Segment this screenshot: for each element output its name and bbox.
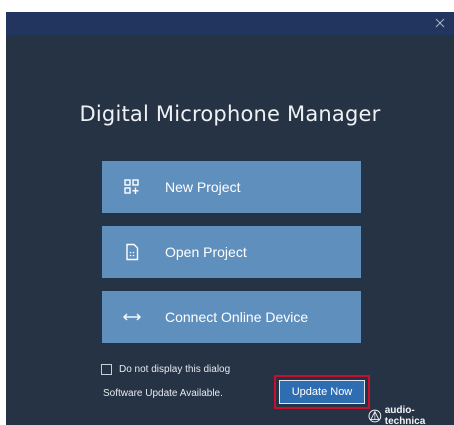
start-dialog: Digital Microphone Manager New Project O… bbox=[6, 12, 454, 425]
connect-online-device-label: Connect Online Device bbox=[165, 309, 309, 325]
new-project-button[interactable]: New Project bbox=[102, 161, 361, 213]
connect-online-device-button[interactable]: Connect Online Device bbox=[102, 291, 361, 343]
do-not-display-option: Do not display this dialog bbox=[101, 364, 230, 375]
new-project-label: New Project bbox=[165, 179, 241, 195]
brand-name: audio-technica bbox=[384, 405, 426, 425]
new-project-icon bbox=[122, 177, 142, 197]
open-project-icon bbox=[122, 242, 142, 262]
audio-technica-logo-icon bbox=[368, 409, 382, 423]
close-button[interactable] bbox=[432, 15, 448, 31]
close-icon bbox=[435, 18, 445, 28]
update-status-text: Software Update Available. bbox=[103, 388, 223, 399]
update-button-highlight: Update Now bbox=[274, 375, 370, 409]
app-title: Digital Microphone Manager bbox=[79, 102, 381, 126]
update-now-button[interactable]: Update Now bbox=[279, 380, 365, 404]
open-project-button[interactable]: Open Project bbox=[102, 226, 361, 278]
do-not-display-label[interactable]: Do not display this dialog bbox=[119, 364, 230, 375]
brand-logo: audio-technica bbox=[368, 405, 454, 425]
bidirectional-arrow-icon bbox=[122, 307, 142, 327]
open-project-label: Open Project bbox=[165, 244, 247, 260]
title-bar bbox=[6, 12, 454, 35]
do-not-display-checkbox[interactable] bbox=[101, 364, 112, 375]
